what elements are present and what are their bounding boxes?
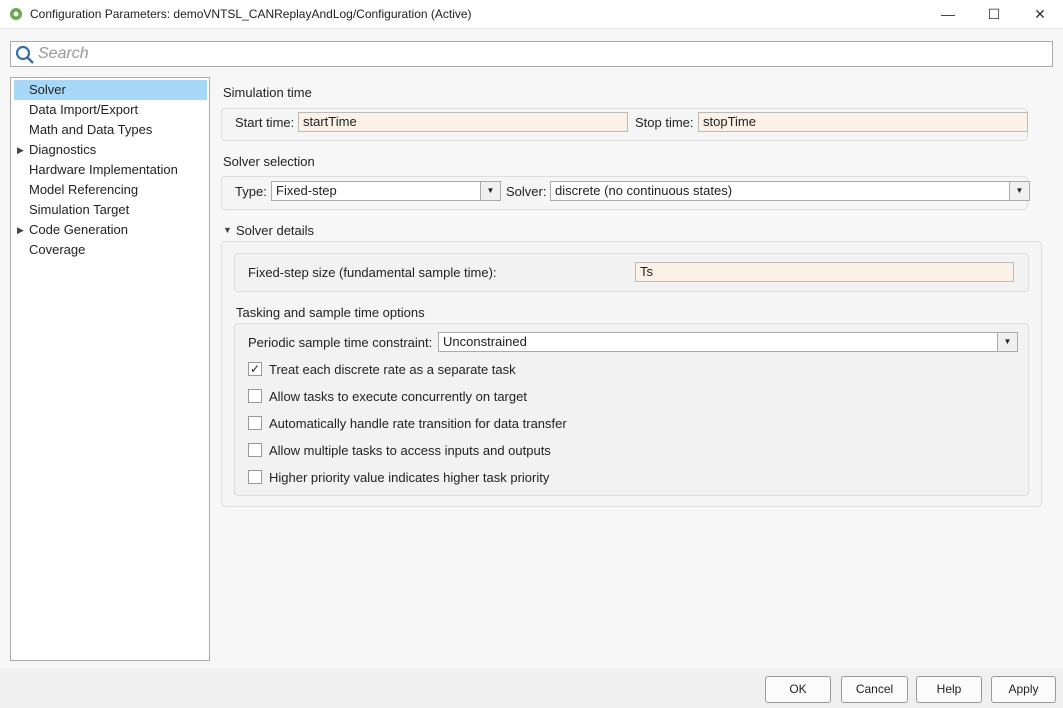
simulation-time-heading: Simulation time bbox=[223, 85, 312, 100]
sidebar-item-label: Coverage bbox=[29, 242, 86, 257]
checkbox-label[interactable]: Automatically handle rate transition for… bbox=[269, 416, 567, 431]
sidebar-item-code-generation[interactable]: ▶ Code Generation bbox=[14, 220, 207, 240]
periodic-constraint-label: Periodic sample time constraint: bbox=[248, 335, 433, 350]
sidebar-item-label: Data Import/Export bbox=[29, 102, 139, 117]
checkbox[interactable] bbox=[248, 470, 262, 484]
checkbox-label[interactable]: Allow tasks to execute concurrently on t… bbox=[269, 389, 527, 404]
search-input[interactable]: Search bbox=[10, 41, 1053, 67]
sidebar-item-coverage[interactable]: Coverage bbox=[14, 240, 207, 260]
checkbox-label[interactable]: Higher priority value indicates higher t… bbox=[269, 470, 549, 485]
sidebar-item-diagnostics[interactable]: ▶ Diagnostics bbox=[14, 140, 207, 160]
type-label: Type: bbox=[235, 184, 267, 199]
type-select[interactable]: Fixed-step ▼ bbox=[271, 181, 501, 201]
solver-label: Solver: bbox=[506, 184, 547, 199]
start-time-label: Start time: bbox=[235, 115, 295, 130]
expand-arrow-icon[interactable]: ▶ bbox=[17, 140, 24, 160]
checkbox[interactable] bbox=[248, 443, 262, 457]
maximize-button[interactable]: ☐ bbox=[971, 0, 1017, 29]
checkbox-label[interactable]: Allow multiple tasks to access inputs an… bbox=[269, 443, 551, 458]
chevron-down-icon[interactable]: ▼ bbox=[480, 182, 500, 200]
checkbox-label[interactable]: Treat each discrete rate as a separate t… bbox=[269, 362, 516, 377]
sidebar-item-label: Diagnostics bbox=[29, 142, 97, 157]
sidebar-item-model-referencing[interactable]: Model Referencing bbox=[14, 180, 207, 200]
search-icon bbox=[15, 45, 34, 64]
ok-button[interactable]: OK bbox=[765, 676, 831, 703]
app-gear-icon bbox=[10, 8, 22, 20]
expand-arrow-icon[interactable]: ▶ bbox=[17, 220, 24, 240]
sidebar-item-label: Solver bbox=[29, 82, 66, 97]
checkbox[interactable] bbox=[248, 416, 262, 430]
stop-time-label: Stop time: bbox=[635, 115, 694, 130]
checkbox[interactable]: ✓ bbox=[248, 362, 262, 376]
search-placeholder: Search bbox=[38, 45, 89, 62]
window-title: Configuration Parameters: demoVNTSL_CANR… bbox=[30, 7, 472, 21]
sidebar-item-label: Model Referencing bbox=[29, 182, 139, 197]
sidebar-item-label: Simulation Target bbox=[29, 202, 130, 217]
chevron-down-icon[interactable]: ▼ bbox=[1009, 182, 1029, 200]
sidebar-item-data-import-export[interactable]: Data Import/Export bbox=[14, 100, 207, 120]
start-time-input[interactable]: startTime bbox=[298, 112, 628, 132]
collapse-arrow-icon[interactable]: ▼ bbox=[223, 223, 232, 238]
solver-selection-heading: Solver selection bbox=[223, 154, 315, 169]
step-size-label: Fixed-step size (fundamental sample time… bbox=[248, 265, 497, 280]
sidebar-item-solver[interactable]: Solver bbox=[14, 80, 207, 100]
periodic-constraint-select[interactable]: Unconstrained ▼ bbox=[438, 332, 1018, 352]
close-button[interactable]: ✕ bbox=[1017, 0, 1063, 29]
sidebar-item-label: Code Generation bbox=[29, 222, 129, 237]
step-size-input[interactable]: Ts bbox=[635, 262, 1014, 282]
periodic-constraint-value: Unconstrained bbox=[443, 334, 527, 349]
sidebar-item-label: Math and Data Types bbox=[29, 122, 153, 137]
chevron-down-icon[interactable]: ▼ bbox=[997, 333, 1017, 351]
solver-select[interactable]: discrete (no continuous states) ▼ bbox=[550, 181, 1030, 201]
stop-time-input[interactable]: stopTime bbox=[698, 112, 1028, 132]
solver-details-heading[interactable]: Solver details bbox=[236, 223, 314, 238]
help-button[interactable]: Help bbox=[916, 676, 982, 703]
title-bar: Configuration Parameters: demoVNTSL_CANR… bbox=[0, 0, 1063, 29]
sidebar-item-hardware-implementation[interactable]: Hardware Implementation bbox=[14, 160, 207, 180]
sidebar-item-simulation-target[interactable]: Simulation Target bbox=[14, 200, 207, 220]
solver-value: discrete (no continuous states) bbox=[555, 183, 733, 198]
cancel-button[interactable]: Cancel bbox=[841, 676, 908, 703]
sidebar-item-label: Hardware Implementation bbox=[29, 162, 178, 177]
checkbox[interactable] bbox=[248, 389, 262, 403]
minimize-button[interactable]: — bbox=[925, 0, 971, 29]
sidebar-item-math-and-data-types[interactable]: Math and Data Types bbox=[14, 120, 207, 140]
apply-button[interactable]: Apply bbox=[991, 676, 1056, 703]
type-value: Fixed-step bbox=[276, 183, 337, 198]
category-tree: Solver Data Import/Export Math and Data Ty… bbox=[10, 77, 210, 661]
tasking-heading: Tasking and sample time options bbox=[236, 305, 425, 320]
